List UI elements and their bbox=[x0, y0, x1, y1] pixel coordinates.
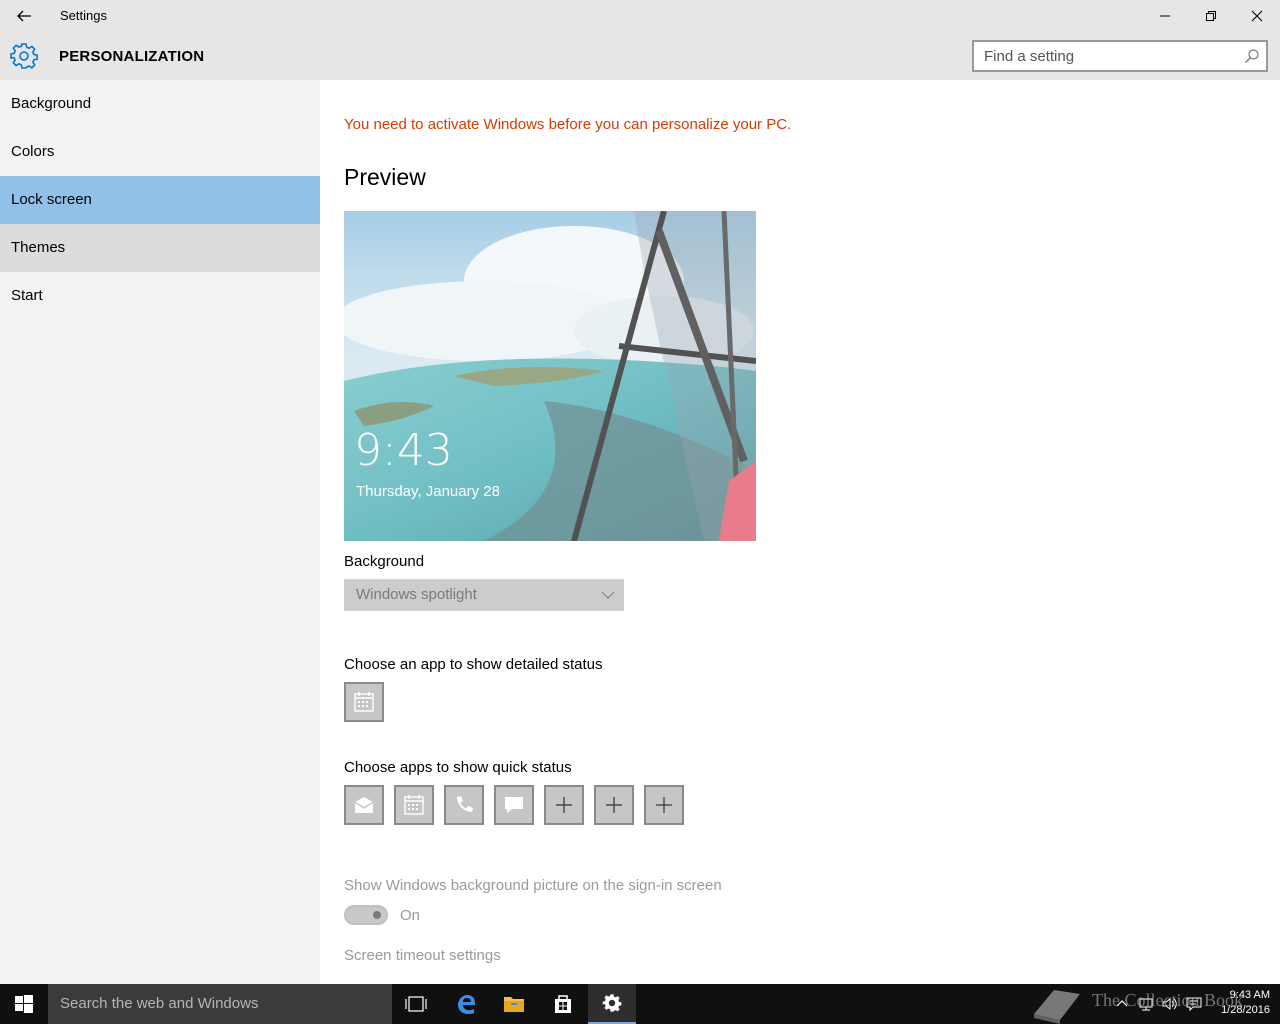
restore-icon bbox=[1206, 11, 1216, 21]
detailed-status-label: Choose an app to show detailed status bbox=[344, 656, 603, 673]
calendar-icon bbox=[404, 795, 424, 815]
volume-button[interactable] bbox=[1161, 996, 1177, 1012]
close-button[interactable] bbox=[1234, 0, 1280, 32]
close-icon bbox=[1251, 10, 1263, 22]
main-content: You need to activate Windows before you … bbox=[320, 80, 1280, 984]
background-dropdown[interactable]: Windows spotlight bbox=[344, 579, 624, 611]
search-icon[interactable] bbox=[1244, 48, 1260, 64]
folder-icon bbox=[504, 997, 524, 1012]
taskbar: Search the web and Windows 9:43 AM 1/28/… bbox=[0, 984, 1280, 1024]
minimize-button[interactable] bbox=[1142, 0, 1188, 32]
plus-icon bbox=[656, 797, 672, 813]
calendar-icon bbox=[354, 692, 374, 712]
toggle-knob bbox=[373, 911, 381, 919]
clock-time: 9:43 AM bbox=[1229, 989, 1270, 1001]
message-icon bbox=[505, 797, 523, 813]
settings-header: PERSONALIZATION bbox=[0, 32, 1280, 80]
plus-icon bbox=[606, 797, 622, 813]
preview-heading: Preview bbox=[344, 164, 426, 190]
window-title: Settings bbox=[60, 8, 107, 23]
background-label: Background bbox=[344, 553, 425, 570]
search-input[interactable] bbox=[974, 42, 1234, 70]
chevron-down-icon bbox=[601, 591, 615, 599]
background-dropdown-value: Windows spotlight bbox=[356, 586, 477, 603]
network-button[interactable] bbox=[1138, 996, 1154, 1012]
volume-icon bbox=[1162, 998, 1177, 1010]
quick-status-calendar-button[interactable] bbox=[394, 785, 434, 825]
screen-timeout-link[interactable]: Screen timeout settings bbox=[344, 947, 501, 964]
quick-status-mail-button[interactable] bbox=[344, 785, 384, 825]
notification-icon bbox=[1186, 997, 1202, 1012]
store-icon bbox=[555, 995, 571, 1013]
quick-status-message-button[interactable] bbox=[494, 785, 534, 825]
minimize-icon bbox=[1160, 15, 1170, 17]
action-center-button[interactable] bbox=[1186, 996, 1202, 1012]
show-hidden-icons-button[interactable] bbox=[1114, 996, 1130, 1012]
sidebar-item-start[interactable]: Start bbox=[0, 272, 320, 320]
preview-time: 9:43 bbox=[354, 425, 453, 476]
quick-status-add-button-1[interactable] bbox=[544, 785, 584, 825]
title-bar: Settings bbox=[0, 0, 1280, 32]
task-view-button[interactable] bbox=[392, 984, 440, 1024]
plus-icon bbox=[556, 797, 572, 813]
activation-warning: You need to activate Windows before you … bbox=[344, 116, 792, 133]
taskbar-search-box[interactable]: Search the web and Windows bbox=[48, 984, 392, 1024]
signin-background-label: Show Windows background picture on the s… bbox=[344, 877, 722, 894]
quick-status-label: Choose apps to show quick status bbox=[344, 759, 572, 776]
search-box[interactable] bbox=[972, 40, 1268, 72]
signin-background-state: On bbox=[400, 907, 421, 924]
sidebar-item-themes[interactable]: Themes bbox=[0, 224, 320, 272]
gear-icon bbox=[10, 43, 38, 69]
back-button[interactable] bbox=[0, 0, 48, 32]
sidebar: Background Colors Lock screen Themes Sta… bbox=[0, 80, 320, 984]
taskbar-clock[interactable]: 9:43 AM 1/28/2016 bbox=[1212, 988, 1270, 1018]
quick-status-add-button-3[interactable] bbox=[644, 785, 684, 825]
sidebar-item-colors[interactable]: Colors bbox=[0, 128, 320, 176]
phone-icon bbox=[457, 796, 473, 812]
gear-icon bbox=[602, 994, 622, 1012]
start-button[interactable] bbox=[0, 984, 48, 1024]
windows-logo-icon bbox=[15, 995, 33, 1013]
taskbar-store[interactable] bbox=[539, 984, 587, 1024]
restore-button[interactable] bbox=[1188, 0, 1234, 32]
back-arrow-icon bbox=[17, 10, 31, 22]
taskbar-edge[interactable] bbox=[442, 984, 490, 1024]
preview-date: Thursday, January 28 bbox=[356, 483, 500, 500]
signin-background-toggle[interactable] bbox=[344, 905, 388, 925]
mail-icon bbox=[354, 797, 374, 813]
taskbar-settings[interactable] bbox=[588, 984, 636, 1024]
lock-screen-preview: 9:43 Thursday, January 28 bbox=[344, 211, 756, 541]
page-title: PERSONALIZATION bbox=[59, 48, 205, 65]
sidebar-item-background[interactable]: Background bbox=[0, 80, 320, 128]
quick-status-phone-button[interactable] bbox=[444, 785, 484, 825]
network-icon bbox=[1139, 998, 1153, 1011]
chevron-up-icon bbox=[1116, 1000, 1128, 1007]
edge-icon bbox=[458, 995, 475, 1014]
clock-date: 1/28/2016 bbox=[1221, 1004, 1270, 1016]
taskbar-file-explorer[interactable] bbox=[490, 984, 538, 1024]
quick-status-add-button-2[interactable] bbox=[594, 785, 634, 825]
detailed-status-app-button[interactable] bbox=[344, 682, 384, 722]
task-view-icon bbox=[405, 996, 427, 1012]
sidebar-item-lock-screen[interactable]: Lock screen bbox=[0, 176, 320, 224]
